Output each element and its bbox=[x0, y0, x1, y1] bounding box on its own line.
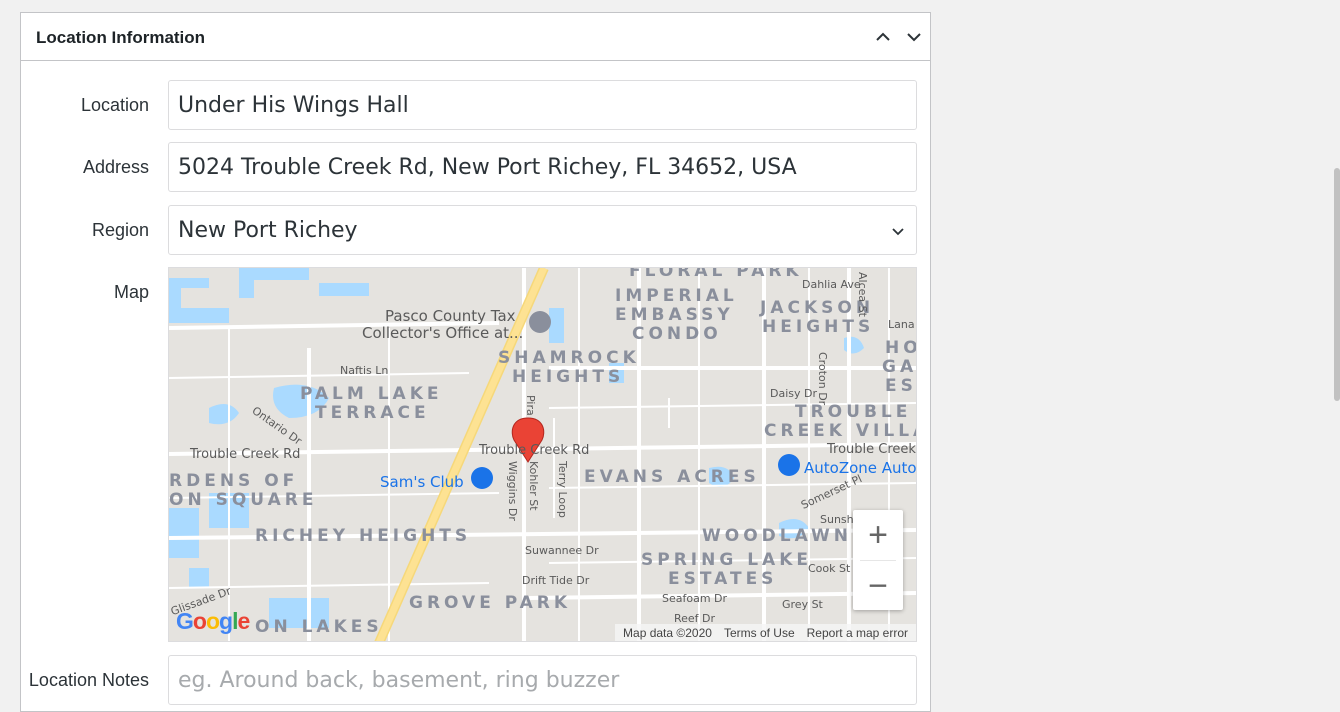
area-label: WOODLAWN bbox=[702, 526, 852, 546]
street-label: Drift Tide Dr bbox=[522, 574, 590, 587]
zoom-out-button[interactable]: − bbox=[853, 561, 903, 611]
chevron-down-icon bbox=[906, 32, 921, 41]
address-input[interactable]: 5024 Trouble Creek Rd, New Port Richey, … bbox=[168, 142, 917, 192]
area-label: EVANS ACRES bbox=[584, 467, 760, 487]
street-label: Lana bbox=[888, 318, 915, 331]
location-label: Location bbox=[80, 95, 149, 115]
area-label: CONDO bbox=[632, 324, 722, 344]
area-label: CREEK VILLA bbox=[764, 421, 917, 441]
location-notes-label: Location Notes bbox=[28, 670, 149, 690]
street-label: Suwannee Dr bbox=[525, 544, 599, 557]
street-label: Cook St bbox=[808, 562, 851, 575]
map-widget[interactable]: FLORAL PARK IMPERIAL EMBASSY CONDO JACKS… bbox=[168, 267, 917, 642]
area-label: ES bbox=[885, 376, 917, 396]
street-label: Croton Dr bbox=[816, 352, 829, 406]
page-scrollbar[interactable] bbox=[1334, 168, 1340, 401]
map-label: Map bbox=[113, 282, 149, 302]
terms-of-use-link[interactable]: Terms of Use bbox=[724, 626, 795, 640]
street-label: Kohler St bbox=[527, 461, 540, 511]
area-label: FLORAL PARK bbox=[629, 267, 803, 281]
area-label: TERRACE bbox=[315, 403, 430, 423]
location-input[interactable]: Under His Wings Hall bbox=[168, 80, 917, 130]
street-label: Sunshi bbox=[820, 513, 857, 526]
poi-label[interactable]: Pasco County Tax bbox=[385, 308, 516, 325]
panel-header: Location Information bbox=[21, 13, 930, 61]
panel-title: Location Information bbox=[36, 28, 206, 47]
region-selected-value: New Port Richey bbox=[178, 217, 358, 243]
map-attribution: Map data ©2020 Terms of Use Report a map… bbox=[615, 624, 916, 641]
street-label: Alcea St bbox=[856, 272, 869, 317]
street-label: Wiggins Dr bbox=[506, 461, 519, 521]
area-label: ON SQUARE bbox=[169, 490, 318, 510]
street-label: Trouble Creek Rd bbox=[479, 443, 590, 458]
report-map-error-link[interactable]: Report a map error bbox=[807, 626, 908, 640]
poi-label[interactable]: Collector's Office at... bbox=[362, 325, 523, 342]
poi-label[interactable]: Sam's Club bbox=[380, 474, 464, 491]
map-data-credit: Map data ©2020 bbox=[623, 625, 712, 640]
area-label: RDENS OF bbox=[169, 471, 299, 491]
area-label: EMBASSY bbox=[615, 305, 734, 325]
street-label: Pira bbox=[524, 395, 537, 416]
area-label: GROVE PARK bbox=[409, 593, 572, 613]
area-label: RICHEY HEIGHTS bbox=[255, 526, 472, 546]
area-label: HEIGHTS bbox=[762, 317, 875, 337]
area-label: TROUBLE bbox=[795, 402, 912, 422]
area-label: HO bbox=[885, 338, 916, 358]
map-zoom-control: + − bbox=[853, 510, 903, 610]
poi-label[interactable]: AutoZone Auto bbox=[804, 460, 916, 477]
location-notes-input[interactable]: eg. Around back, basement, ring buzzer bbox=[168, 655, 917, 705]
street-label: Terry Loop bbox=[556, 461, 569, 518]
location-info-panel: Location Information Location Under His … bbox=[20, 12, 931, 712]
zoom-in-button[interactable]: + bbox=[853, 510, 903, 560]
area-label: IMPERIAL bbox=[615, 286, 738, 306]
move-up-button[interactable] bbox=[867, 13, 898, 60]
street-label: Grey St bbox=[782, 598, 823, 611]
region-label: Region bbox=[91, 220, 149, 240]
area-label: SHAMROCK bbox=[498, 348, 640, 368]
address-label: Address bbox=[82, 157, 149, 177]
street-label: Naftis Ln bbox=[340, 364, 389, 377]
area-label: PALM LAKE bbox=[300, 384, 443, 404]
chevron-up-icon bbox=[875, 32, 890, 41]
region-select[interactable]: New Port Richey bbox=[168, 205, 917, 255]
street-label: Seafoam Dr bbox=[662, 592, 728, 605]
area-label: ON LAKES bbox=[255, 617, 383, 637]
google-logo[interactable]: Google bbox=[176, 608, 250, 635]
street-label: Dahlia Ave bbox=[802, 278, 861, 291]
street-label: Daisy Dr bbox=[770, 387, 817, 400]
area-label: HEIGHTS bbox=[512, 367, 625, 387]
street-label: Trouble Creek Rd bbox=[190, 447, 301, 462]
area-label: SPRING LAKE bbox=[641, 550, 812, 570]
area-label: ESTATES bbox=[668, 569, 778, 589]
move-down-button[interactable] bbox=[898, 13, 929, 60]
street-label: Trouble Creek bbox=[827, 442, 916, 457]
area-label: GA bbox=[882, 357, 917, 377]
chevron-down-icon bbox=[892, 228, 904, 236]
